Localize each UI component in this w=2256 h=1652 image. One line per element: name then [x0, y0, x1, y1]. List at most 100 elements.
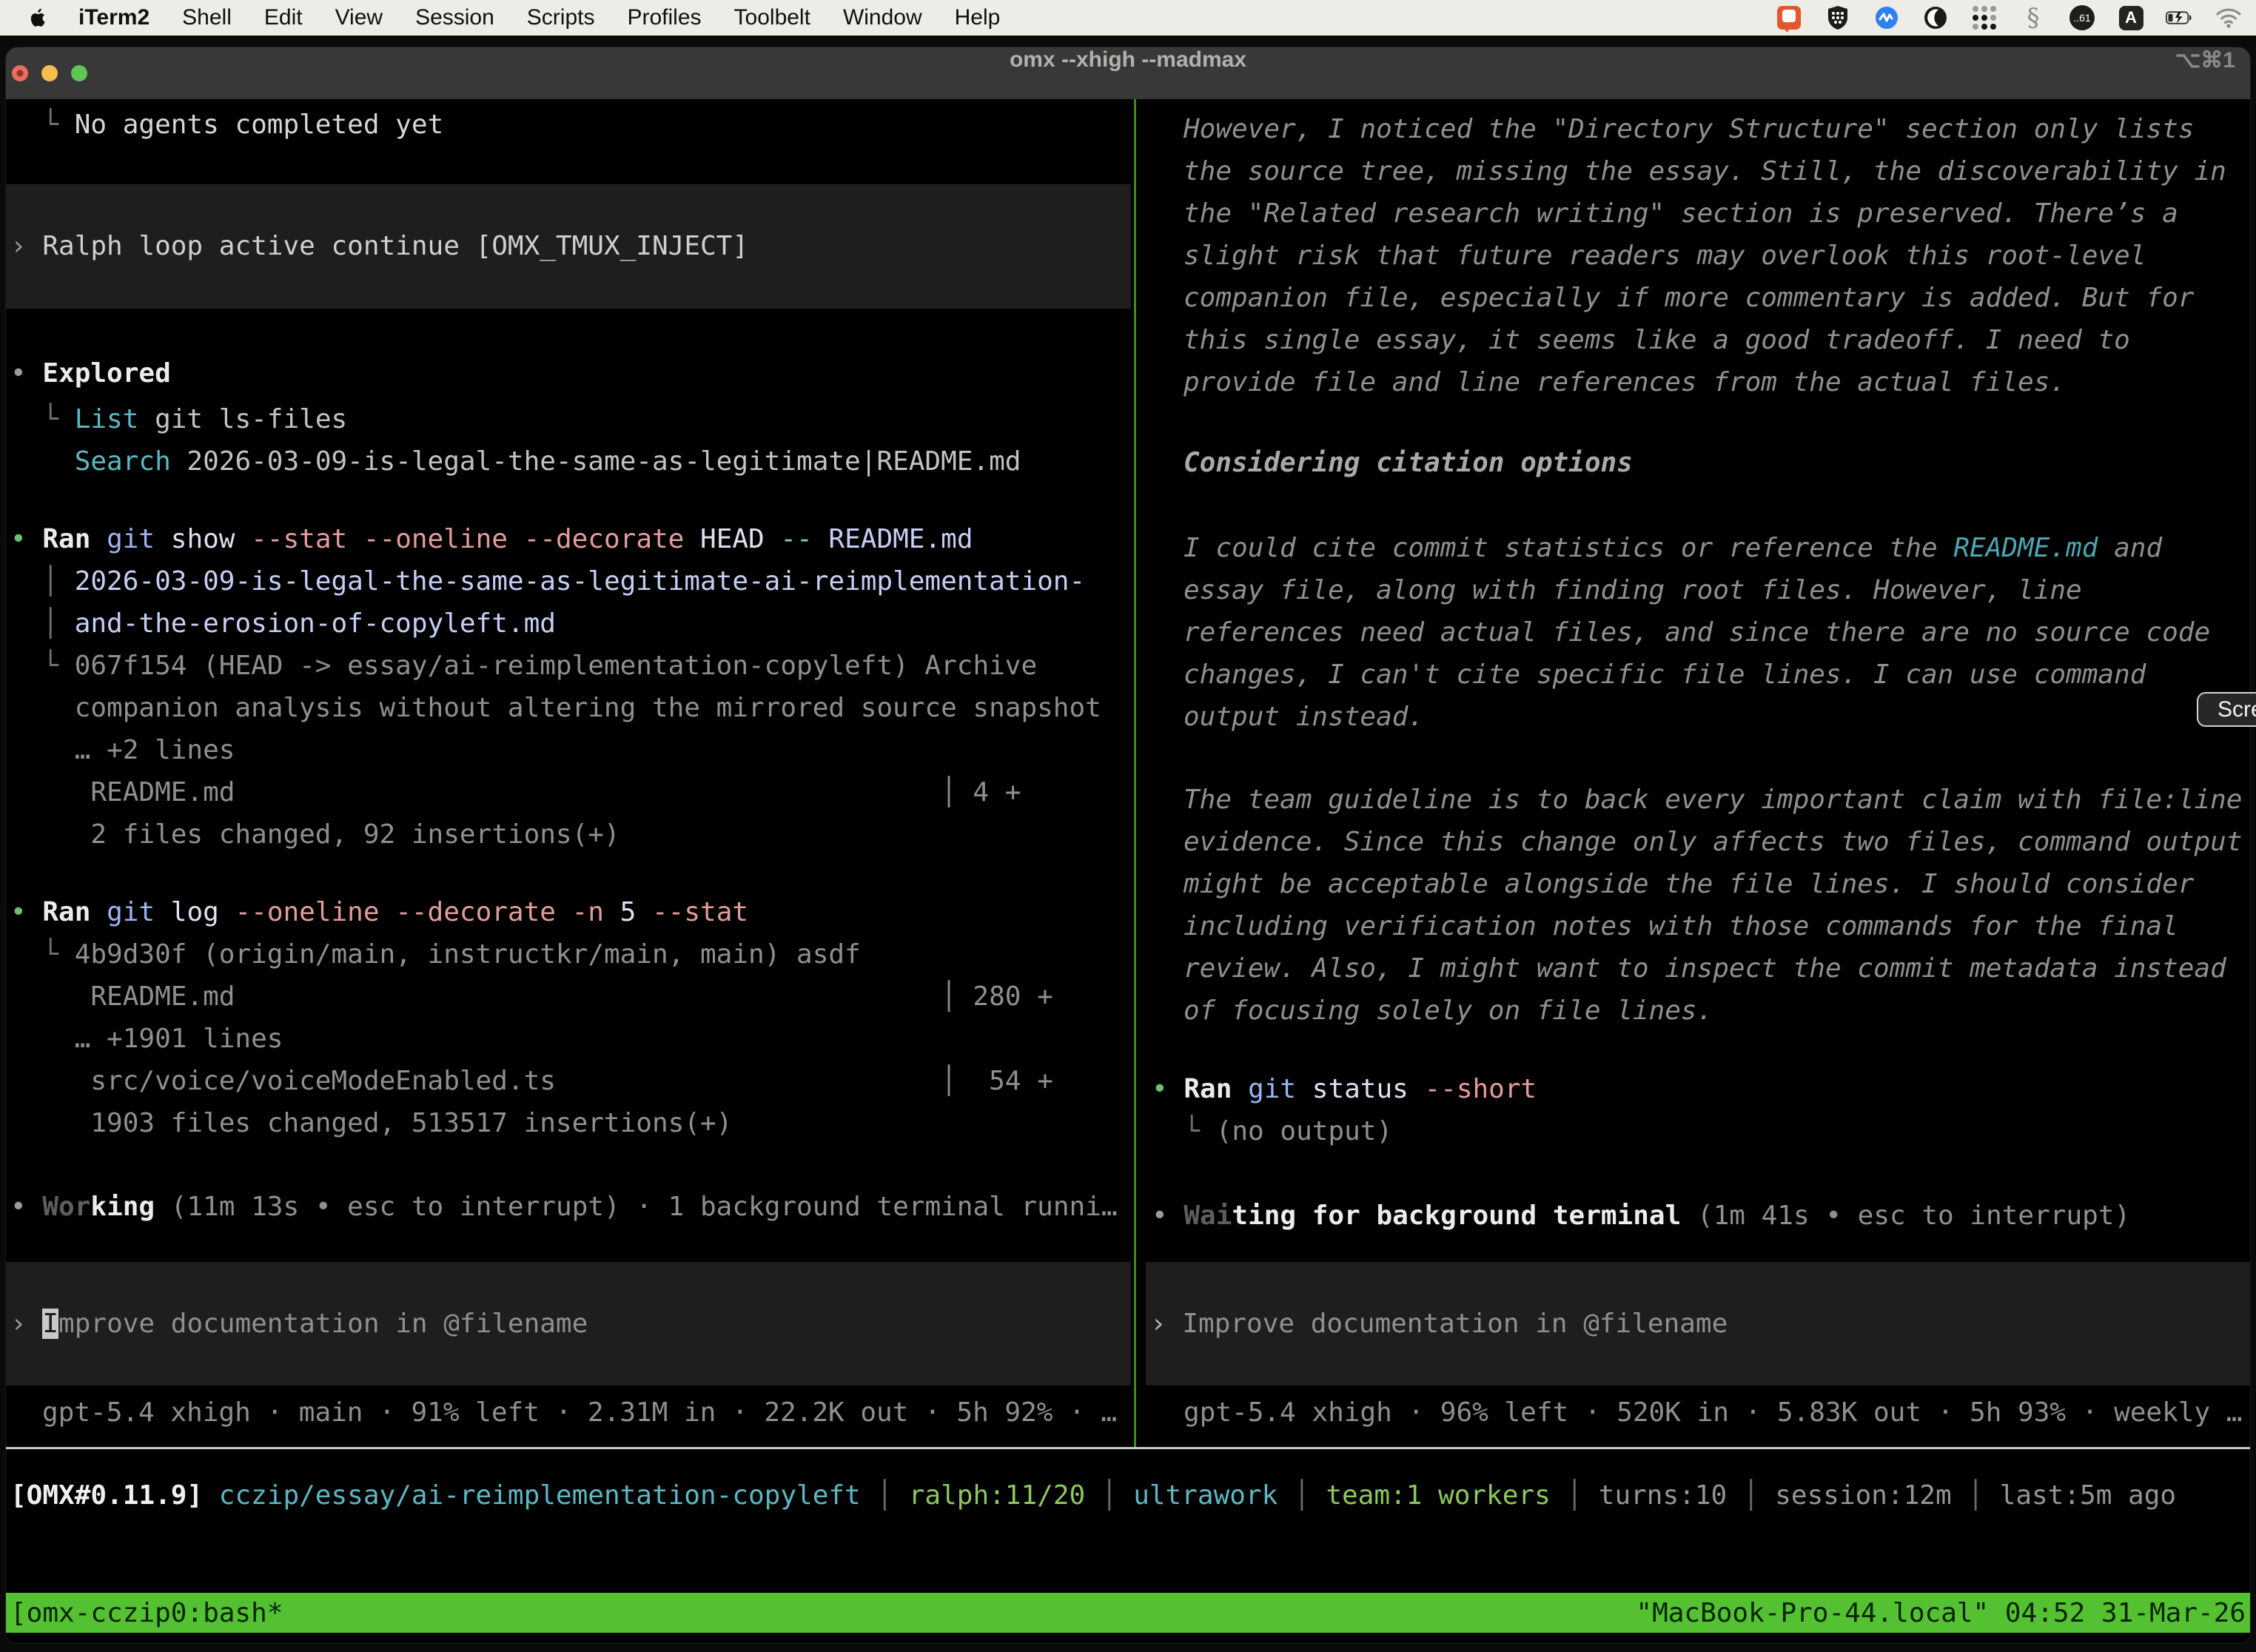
- omx-status-bar: [OMX#0.11.9] cczip/essay/ai-reimplementa…: [10, 1474, 2176, 1517]
- letter-a-icon[interactable]: A: [2117, 4, 2145, 32]
- tmux-host-clock: "MacBook-Pro-44.local" 04:52 31-Mar-26: [1636, 1598, 2246, 1628]
- git-token: git: [1248, 1074, 1312, 1104]
- dots-grid-icon[interactable]: [1970, 4, 1998, 32]
- tree-pipe-icon: │: [10, 608, 75, 639]
- terminal-content[interactable]: └ No agents completed yet › Ralph loop a…: [6, 99, 2250, 1643]
- left-input-text: mprove documentation in @filename: [58, 1309, 588, 1339]
- pane-divider-horizontal: [6, 1447, 2250, 1449]
- ralph-inject-box[interactable]: › Ralph loop active continue [OMX_TMUX_I…: [6, 184, 1131, 309]
- menu-window[interactable]: Window: [843, 0, 922, 36]
- chat-bubble-icon[interactable]: [1775, 4, 1803, 32]
- right-input-row: › Improve documentation in @filename: [1150, 1303, 1728, 1345]
- tree-branch-icon: └: [10, 110, 75, 140]
- menu-edit[interactable]: Edit: [264, 0, 303, 36]
- p2-pre: I could cite commit statistics or refere…: [1184, 533, 1953, 563]
- reasoning-header: Considering citation options: [1184, 442, 1633, 484]
- left-input-row: › Improve documentation in @filename: [10, 1303, 588, 1345]
- tree-branch-icon: └: [1152, 1116, 1216, 1146]
- file-arg: README.md: [828, 524, 973, 554]
- blue-badge-icon[interactable]: [1873, 4, 1901, 32]
- prompt-icon: ›: [10, 231, 42, 261]
- reasoning-p3-l6: of focusing solely on file lines.: [1184, 990, 1713, 1032]
- battery-percent-icon[interactable]: ..61: [2068, 4, 2096, 32]
- wifi-icon[interactable]: [2215, 4, 2243, 32]
- squiggle-icon[interactable]: §: [2019, 4, 2047, 32]
- cmd-git-show: • Ran git show --stat --oneline --decora…: [10, 518, 973, 560]
- ralph-inject-text: Ralph loop active continue [OMX_TMUX_INJ…: [42, 231, 748, 261]
- p2-post: and: [2098, 533, 2162, 563]
- reasoning-p1-l5: companion file, especially if more comme…: [1184, 277, 2194, 319]
- menu-view[interactable]: View: [335, 0, 383, 36]
- window-shortcut-badge: ⌥⌘1: [2175, 47, 2235, 99]
- apple-menu-icon[interactable]: [28, 7, 46, 28]
- menu-session[interactable]: Session: [415, 0, 494, 36]
- menu-profiles[interactable]: Profiles: [627, 0, 701, 36]
- log-line-list: └ List git ls-files: [10, 398, 347, 440]
- tree-branch-icon: └: [10, 651, 75, 681]
- log-line-no-agents: └ No agents completed yet: [10, 104, 443, 146]
- separator: │: [1278, 1480, 1326, 1511]
- right-prompt-input[interactable]: › Improve documentation in @filename: [1146, 1262, 2250, 1386]
- cmd-show-wrap1: │ 2026-03-09-is-legal-the-same-as-legiti…: [10, 560, 1085, 602]
- tmux-session-name: [omx-cczip0:bash*: [10, 1598, 283, 1628]
- reasoning-p3-l2: evidence. Since this change only affects…: [1184, 821, 2242, 863]
- separator: │: [1952, 1480, 2000, 1511]
- reasoning-p1-l3: the "Related research writing" section i…: [1184, 192, 2178, 235]
- list-args: git ls-files: [138, 404, 347, 434]
- explored-title: Explored: [42, 358, 170, 389]
- stat-readme-4: README.md │ 4 +: [10, 771, 1021, 813]
- git-token: git: [107, 524, 171, 554]
- no-agents-text: No agents completed yet: [75, 110, 444, 140]
- menu-toolbelt[interactable]: Toolbelt: [734, 0, 810, 36]
- reasoning-p3-l5: review. Also, I might want to inspect th…: [1184, 947, 2226, 990]
- separator: │: [861, 1480, 909, 1511]
- crescent-circle-icon[interactable]: [1921, 4, 1950, 32]
- reasoning-p3-l4: including verification notes with those …: [1184, 905, 2178, 947]
- shield-grid-icon[interactable]: [1824, 4, 1852, 32]
- menu-iterm2[interactable]: iTerm2: [78, 0, 150, 36]
- ran-label: Ran: [1184, 1074, 1248, 1104]
- screen-edge-tooltip[interactable]: Scre: [2197, 692, 2256, 727]
- dashes: --: [780, 524, 828, 554]
- reasoning-p1-l1: However, I noticed the "Directory Struct…: [1184, 108, 2194, 150]
- stat-voicemode: src/voice/voiceModeEnabled.ts │ 54 +: [10, 1060, 1053, 1102]
- bullet-icon: •: [10, 358, 42, 389]
- omx-branch-path: cczip/essay/ai-reimplementation-copyleft: [219, 1480, 861, 1511]
- commit-4b9d30f-text: 4b9d30f (origin/main, instructkr/main, m…: [75, 939, 861, 970]
- subcommand: log: [171, 897, 235, 927]
- list-verb: List: [75, 404, 139, 434]
- pane-divider-vertical[interactable]: [1134, 99, 1136, 1447]
- menu-shell[interactable]: Shell: [182, 0, 232, 36]
- no-output-line: └ (no output): [1152, 1110, 1392, 1152]
- tmux-status-bar[interactable]: [omx-cczip0:bash* "MacBook-Pro-44.local"…: [6, 1593, 2250, 1633]
- search-verb: Search: [75, 446, 171, 477]
- bullet-icon: •: [10, 524, 42, 554]
- prompt-icon: ›: [10, 1309, 42, 1339]
- working-shimmer-bright: king: [90, 1192, 155, 1222]
- reasoning-p2-l1: I could cite commit statistics or refere…: [1184, 527, 2162, 569]
- left-model-status-line: gpt-5.4 xhigh · main · 91% left · 2.31M …: [42, 1391, 1117, 1434]
- search-args: 2026-03-09-is-legal-the-same-as-legitima…: [171, 446, 1021, 477]
- text-cursor: I: [42, 1309, 58, 1339]
- battery-charging-icon[interactable]: [2166, 4, 2194, 32]
- waiting-shimmer-bright: ting for background terminal: [1232, 1201, 1681, 1231]
- reasoning-p1-l4: slight risk that future readers may over…: [1184, 235, 2146, 277]
- commit-line-067f154-cont: companion analysis without altering the …: [10, 687, 1101, 729]
- prompt-icon: ›: [1150, 1309, 1182, 1339]
- n-value: 5: [620, 897, 652, 927]
- menu-scripts[interactable]: Scripts: [527, 0, 595, 36]
- left-prompt-input[interactable]: › Improve documentation in @filename: [6, 1262, 1131, 1386]
- ralph-inject-row: › Ralph loop active continue [OMX_TMUX_I…: [10, 225, 748, 267]
- tree-branch-icon: └: [10, 404, 75, 434]
- team-workers: team:1 workers: [1326, 1480, 1550, 1511]
- ran-label: Ran: [42, 897, 107, 927]
- readme-link[interactable]: README.md: [1953, 533, 2098, 563]
- menu-bar: iTerm2 Shell Edit View Session Scripts P…: [0, 0, 2256, 36]
- right-input-text: Improve documentation in @filename: [1182, 1309, 1728, 1339]
- flags: --short: [1424, 1074, 1537, 1104]
- commit-line-4b9d30f: └ 4b9d30f (origin/main, instructkr/main,…: [10, 933, 861, 976]
- title-bar[interactable]: omx --xhigh --madmax ⌥⌘1: [6, 47, 2250, 100]
- subcommand: status: [1312, 1074, 1425, 1104]
- working-shimmer-dim: Wor: [42, 1192, 90, 1222]
- menu-help[interactable]: Help: [955, 0, 1001, 36]
